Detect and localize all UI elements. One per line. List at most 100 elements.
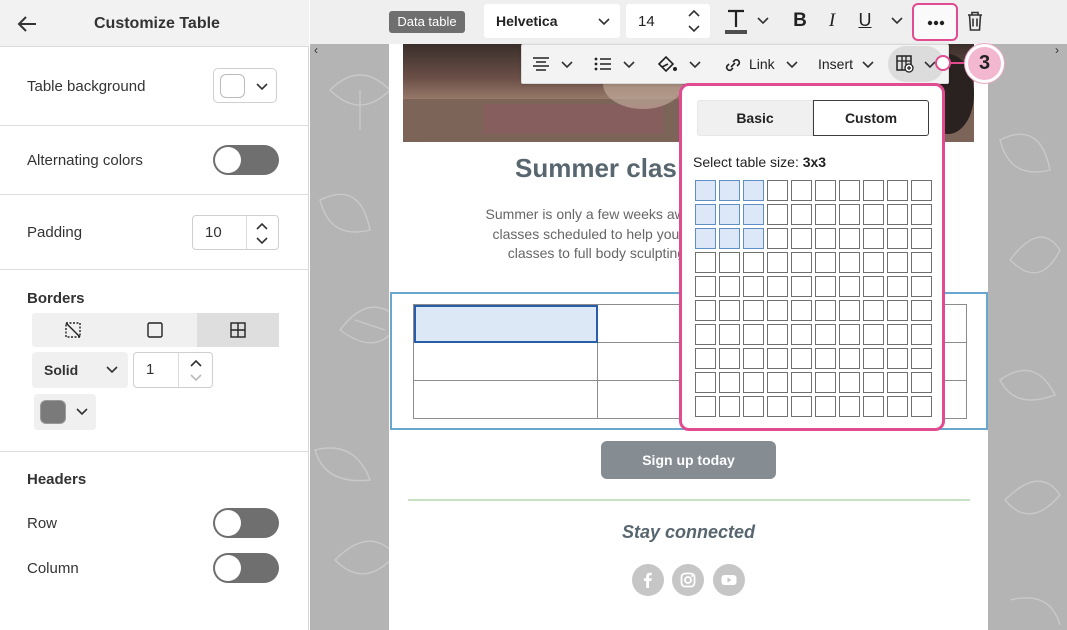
trash-icon[interactable] [966, 10, 984, 32]
grid-cell[interactable] [743, 204, 764, 225]
grid-cell[interactable] [767, 276, 788, 297]
grid-cell[interactable] [743, 324, 764, 345]
grid-cell[interactable] [695, 300, 716, 321]
grid-cell[interactable] [887, 396, 908, 417]
grid-cell[interactable] [695, 396, 716, 417]
grid-cell[interactable] [695, 252, 716, 273]
grid-cell[interactable] [887, 228, 908, 249]
grid-cell[interactable] [791, 252, 812, 273]
grid-cell[interactable] [887, 348, 908, 369]
grid-cell[interactable] [839, 348, 860, 369]
header-column-toggle[interactable] [213, 553, 279, 583]
facebook-icon[interactable] [632, 564, 664, 596]
grid-cell[interactable] [911, 228, 932, 249]
grid-cell[interactable] [887, 252, 908, 273]
chevron-down-icon[interactable] [688, 25, 700, 33]
text-color-button[interactable] [722, 6, 770, 36]
grid-cell[interactable] [743, 372, 764, 393]
insert-button[interactable]: Insert [816, 45, 878, 83]
grid-cell[interactable] [791, 204, 812, 225]
grid-cell[interactable] [743, 180, 764, 201]
grid-cell[interactable] [791, 300, 812, 321]
grid-cell[interactable] [839, 228, 860, 249]
grid-cell[interactable] [839, 180, 860, 201]
align-button[interactable] [528, 45, 578, 83]
grid-cell[interactable] [887, 276, 908, 297]
grid-cell[interactable] [839, 324, 860, 345]
grid-cell[interactable] [719, 324, 740, 345]
font-size-stepper[interactable]: 14 [626, 4, 710, 38]
grid-cell[interactable] [911, 276, 932, 297]
link-button[interactable]: Link [722, 45, 800, 83]
chevron-up-icon[interactable] [190, 359, 202, 367]
grid-cell[interactable] [719, 252, 740, 273]
table-cell[interactable] [414, 381, 598, 419]
grid-cell[interactable] [767, 300, 788, 321]
grid-cell[interactable] [767, 396, 788, 417]
grid-cell[interactable] [911, 348, 932, 369]
grid-cell[interactable] [791, 396, 812, 417]
tab-custom[interactable]: Custom [813, 100, 929, 136]
grid-cell[interactable] [863, 300, 884, 321]
grid-cell[interactable] [887, 204, 908, 225]
sign-up-button[interactable]: Sign up today [601, 441, 776, 479]
chevron-down-icon[interactable] [190, 374, 202, 382]
grid-cell[interactable] [887, 324, 908, 345]
grid-cell[interactable] [719, 204, 740, 225]
grid-cell[interactable] [815, 396, 836, 417]
chevron-down-icon[interactable] [256, 237, 268, 245]
grid-cell[interactable] [839, 276, 860, 297]
grid-cell[interactable] [839, 372, 860, 393]
tab-basic[interactable]: Basic [697, 100, 813, 136]
grid-cell[interactable] [815, 300, 836, 321]
grid-cell[interactable] [767, 252, 788, 273]
grid-cell[interactable] [839, 252, 860, 273]
grid-cell[interactable] [719, 180, 740, 201]
grid-cell[interactable] [695, 348, 716, 369]
grid-cell[interactable] [839, 300, 860, 321]
list-button[interactable] [590, 45, 640, 83]
bold-icon[interactable]: B [790, 9, 810, 33]
grid-cell[interactable] [815, 252, 836, 273]
border-style-select[interactable]: Solid [32, 352, 128, 388]
grid-cell[interactable] [743, 276, 764, 297]
font-family-select[interactable]: Helvetica [484, 4, 620, 38]
grid-cell[interactable] [743, 300, 764, 321]
padding-stepper[interactable]: 10 [192, 215, 279, 250]
grid-cell[interactable] [863, 180, 884, 201]
grid-cell[interactable] [863, 228, 884, 249]
border-width-stepper[interactable]: 1 [133, 352, 213, 388]
grid-cell[interactable] [863, 348, 884, 369]
grid-cell[interactable] [695, 324, 716, 345]
highlight-button[interactable] [652, 45, 704, 83]
border-color-picker[interactable] [34, 394, 96, 430]
grid-cell[interactable] [695, 372, 716, 393]
grid-cell[interactable] [839, 396, 860, 417]
grid-cell[interactable] [863, 396, 884, 417]
table-cell[interactable] [414, 343, 598, 381]
grid-cell[interactable] [767, 324, 788, 345]
grid-cell[interactable] [815, 276, 836, 297]
chevron-down-icon[interactable] [891, 17, 903, 25]
grid-cell[interactable] [767, 204, 788, 225]
grid-cell[interactable] [863, 252, 884, 273]
no-borders-button[interactable] [32, 313, 114, 347]
chevron-up-icon[interactable] [688, 9, 700, 17]
grid-cell[interactable] [863, 204, 884, 225]
chevron-up-icon[interactable] [256, 222, 268, 230]
grid-cell[interactable] [911, 252, 932, 273]
underline-icon[interactable]: U [855, 8, 875, 32]
grid-cell[interactable] [695, 204, 716, 225]
back-arrow-icon[interactable] [16, 13, 38, 35]
grid-cell[interactable] [695, 228, 716, 249]
grid-cell[interactable] [815, 180, 836, 201]
grid-cell[interactable] [719, 348, 740, 369]
grid-cell[interactable] [695, 180, 716, 201]
scroll-left-icon[interactable]: ‹ [314, 43, 318, 57]
grid-cell[interactable] [719, 372, 740, 393]
grid-cell[interactable] [863, 372, 884, 393]
alternating-colors-toggle[interactable] [213, 145, 279, 175]
grid-cell[interactable] [743, 228, 764, 249]
grid-cell[interactable] [695, 276, 716, 297]
grid-cell[interactable] [839, 204, 860, 225]
